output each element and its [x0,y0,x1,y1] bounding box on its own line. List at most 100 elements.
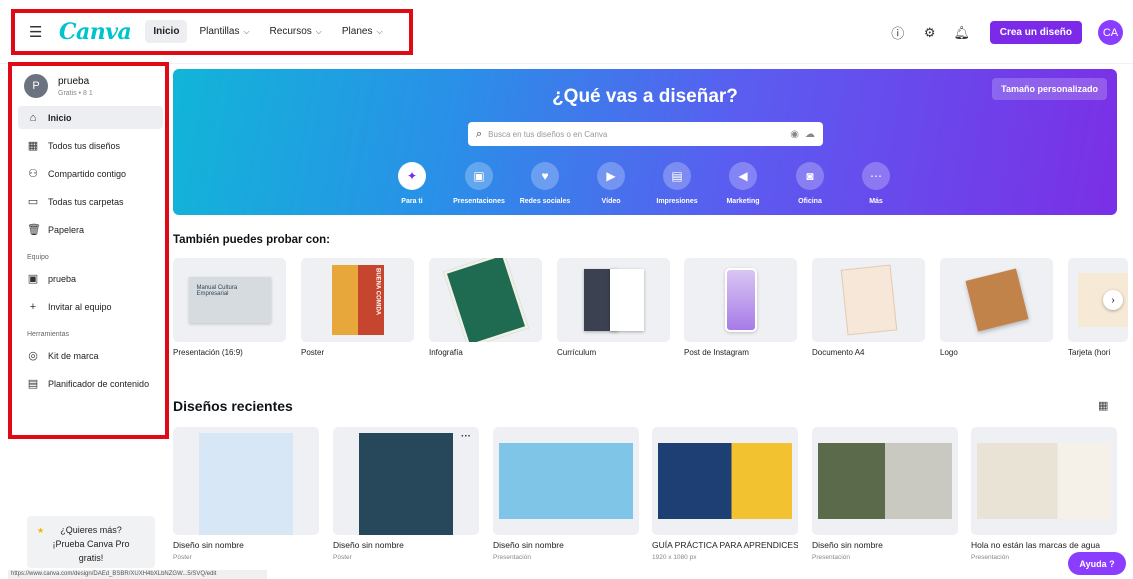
grid-icon: ▦ [27,140,39,152]
template-resume[interactable]: Currículum [557,258,670,357]
people-icon: ⚇ [28,168,38,180]
design-type: Póster [333,554,352,561]
recent-design-card[interactable]: Diseño sin nombre Póster [173,427,319,561]
bell-icon[interactable]: 🔔︎ [950,21,974,45]
tools-heading: Herramientas [27,331,70,338]
template-thumbnail [684,258,797,342]
template-label: Currículum [557,348,597,357]
nav-planes[interactable]: Planes ⌵ [334,20,391,43]
sidebar: P prueba Gratis • 8 1 ⌂ Inicio ▦ Todos tus… [8,62,169,439]
sidebar-item-brand-kit[interactable]: ◎ Kit de marca [18,344,163,367]
template-presentation[interactable]: Manual Cultura Empresarial Presentación … [173,258,286,357]
sidebar-item-invite[interactable]: + Invitar al equipo [18,295,163,318]
sparkle-icon: ✦ [398,162,426,190]
template-a4-document[interactable]: Documento A4 [812,258,925,357]
canva-logo[interactable]: Canva [59,19,132,45]
briefcase-icon: ◙ [796,162,824,190]
hamburger-menu-icon[interactable]: ☰ [29,23,47,41]
trash-icon: 🗑︎ [27,224,41,236]
chevron-down-icon: ⌵ [243,26,250,36]
category-marketing[interactable]: ◀ Marketing [709,162,777,205]
template-label: Logo [940,348,958,357]
recent-design-card[interactable]: Hola no están las marcas de agua Present… [971,427,1117,561]
design-title: Diseño sin nombre [333,540,404,550]
design-type: Presentación [812,554,850,561]
create-design-button[interactable]: Crea un diseño [989,21,1082,44]
category-impresiones[interactable]: ▤ Impresiones [643,162,711,205]
recent-design-card[interactable]: GUÍA PRÁCTICA PARA APRENDICES... 1920 x … [652,427,798,561]
template-thumbnail: BUENA COMIDA [301,258,414,342]
more-options-icon[interactable]: ··· [461,431,471,442]
megaphone-icon: ◀ [729,162,757,190]
template-label: Poster [301,348,325,357]
design-title: Diseño sin nombre [493,540,564,550]
category-video[interactable]: ▶ Vídeo [577,162,645,205]
custom-size-button[interactable]: Tamaño personalizado [992,78,1107,100]
design-title: GUÍA PRÁCTICA PARA APRENDICES... [652,540,798,550]
sidebar-item-compartido[interactable]: ⚇ Compartido contigo [18,162,163,185]
template-instagram-post[interactable]: Post de Instagram [684,258,797,357]
design-thumbnail [493,427,639,535]
user-name: prueba [58,75,90,87]
chevron-down-icon: ⌵ [315,26,322,36]
star-icon: ★ [37,526,45,535]
team-icon: ▣ [27,273,39,285]
help-button[interactable]: Ayuda ? [1068,552,1126,575]
recent-design-card[interactable]: ··· Diseño sin nombre Póster [333,427,479,561]
category-redes-sociales[interactable]: ♥ Redes sociales [511,162,579,205]
gear-icon[interactable]: ⚙ [918,21,942,45]
category-para-ti[interactable]: ✦ Para ti [378,162,446,205]
template-poster[interactable]: BUENA COMIDA Poster [301,258,414,357]
avatar[interactable]: CA [1098,20,1123,45]
upload-cloud-icon[interactable]: ☁ [805,129,815,140]
account-switcher[interactable]: P prueba Gratis • 8 1 [12,66,165,106]
template-logo[interactable]: Logo [940,258,1053,357]
recent-section-title: Diseños recientes [173,398,293,414]
plus-icon: + [29,300,37,313]
presentation-icon: ▣ [465,162,493,190]
sidebar-item-papelera[interactable]: 🗑︎ Papelera [18,218,163,241]
try-section-title: También puedes probar con: [173,234,330,246]
search-icon: ⌕ [476,127,483,140]
video-icon: ▶ [597,162,625,190]
nav-inicio[interactable]: Inicio [145,20,188,43]
nav-plantillas[interactable]: Plantillas ⌵ [191,20,257,43]
design-type: Póster [173,554,192,561]
hero-title: ¿Qué vas a diseñar? [552,86,738,107]
grid-view-icon[interactable]: ▦ [1098,399,1108,412]
sidebar-item-carpetas[interactable]: ▭ Todas tus carpetas [18,190,163,213]
sidebar-item-todos-disenos[interactable]: ▦ Todos tus diseños [18,134,163,157]
print-icon: ▤ [663,162,691,190]
recent-design-card[interactable]: Diseño sin nombre Presentación [812,427,958,561]
recent-design-card[interactable]: Diseño sin nombre Presentación [493,427,639,561]
template-thumbnail [812,258,925,342]
next-arrow-button[interactable]: › [1103,290,1123,310]
sidebar-item-inicio[interactable]: ⌂ Inicio [18,106,163,129]
category-presentaciones[interactable]: ▣ Presentaciones [445,162,513,205]
header-nav-highlight: ☰ Canva Inicio Plantillas ⌵ Recursos ⌵ Pla… [11,8,413,55]
hero-banner: ¿Qué vas a diseñar? Tamaño personalizado… [173,69,1117,215]
nav-recursos[interactable]: Recursos ⌵ [262,20,330,43]
design-thumbnail [812,427,958,535]
brand-kit-icon: ◎ [28,350,38,362]
user-avatar: P [24,74,48,98]
pro-trial-promo[interactable]: ★ ¿Quieres más? ¡Prueba Canva Pro gratis… [27,516,155,568]
camera-search-icon[interactable]: ◉ [790,129,799,140]
sidebar-item-team-prueba[interactable]: ▣ prueba [18,267,163,290]
template-thumbnail [429,258,542,342]
more-horizontal-icon: ⋯ [862,162,890,190]
template-label: Tarjeta (hori [1068,348,1111,357]
canva-home: ☰ Canva Inicio Plantillas ⌵ Recursos ⌵ Pla… [0,0,1133,579]
search-input[interactable]: ⌕ Busca en tus diseños o en Canva ◉ ☁ [468,122,823,146]
template-label: Documento A4 [812,348,865,357]
design-thumbnail [971,427,1117,535]
template-infographic[interactable]: Infografía [429,258,542,357]
top-bar: ☰ Canva Inicio Plantillas ⌵ Recursos ⌵ Pla… [0,0,1133,64]
template-label: Post de Instagram [684,348,749,357]
category-oficina[interactable]: ◙ Oficina [776,162,844,205]
design-type: Presentación [493,554,531,561]
sidebar-item-planner[interactable]: ▤ Planificador de contenido [18,372,163,395]
help-circle-icon[interactable]: ⓘ [886,21,910,45]
design-title: Diseño sin nombre [812,540,883,550]
category-mas[interactable]: ⋯ Más [842,162,910,205]
